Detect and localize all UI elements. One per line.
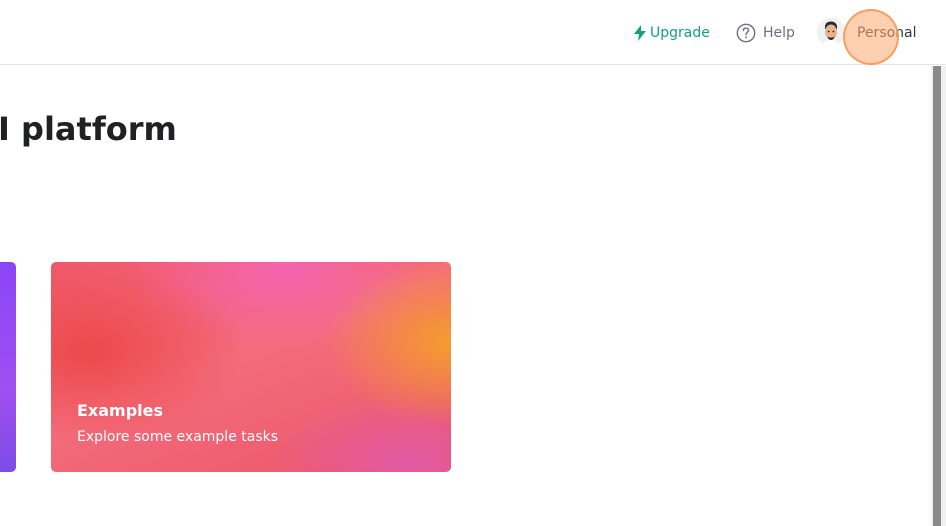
card-title: Examples bbox=[77, 401, 164, 420]
user-avatar-icon bbox=[817, 18, 845, 46]
question-circle-icon bbox=[736, 23, 756, 43]
help-label: Help bbox=[763, 25, 795, 41]
upgrade-link[interactable]: Upgrade bbox=[634, 22, 710, 44]
page-title: I platform bbox=[0, 110, 177, 148]
account-menu-button[interactable]: Personal bbox=[857, 22, 917, 44]
avatar[interactable] bbox=[817, 18, 845, 46]
card-partial-left[interactable] bbox=[0, 262, 16, 472]
examples-card[interactable]: Examples Explore some example tasks bbox=[51, 262, 451, 472]
card-description: Explore some example tasks bbox=[77, 429, 279, 445]
account-label: Personal bbox=[857, 25, 917, 41]
upgrade-label: Upgrade bbox=[650, 25, 710, 41]
bolt-icon bbox=[634, 25, 646, 41]
help-link[interactable]: Help bbox=[736, 22, 795, 44]
scrollbar-thumb[interactable] bbox=[933, 66, 941, 526]
top-navigation-bar: Upgrade Help Personal bbox=[0, 0, 946, 65]
